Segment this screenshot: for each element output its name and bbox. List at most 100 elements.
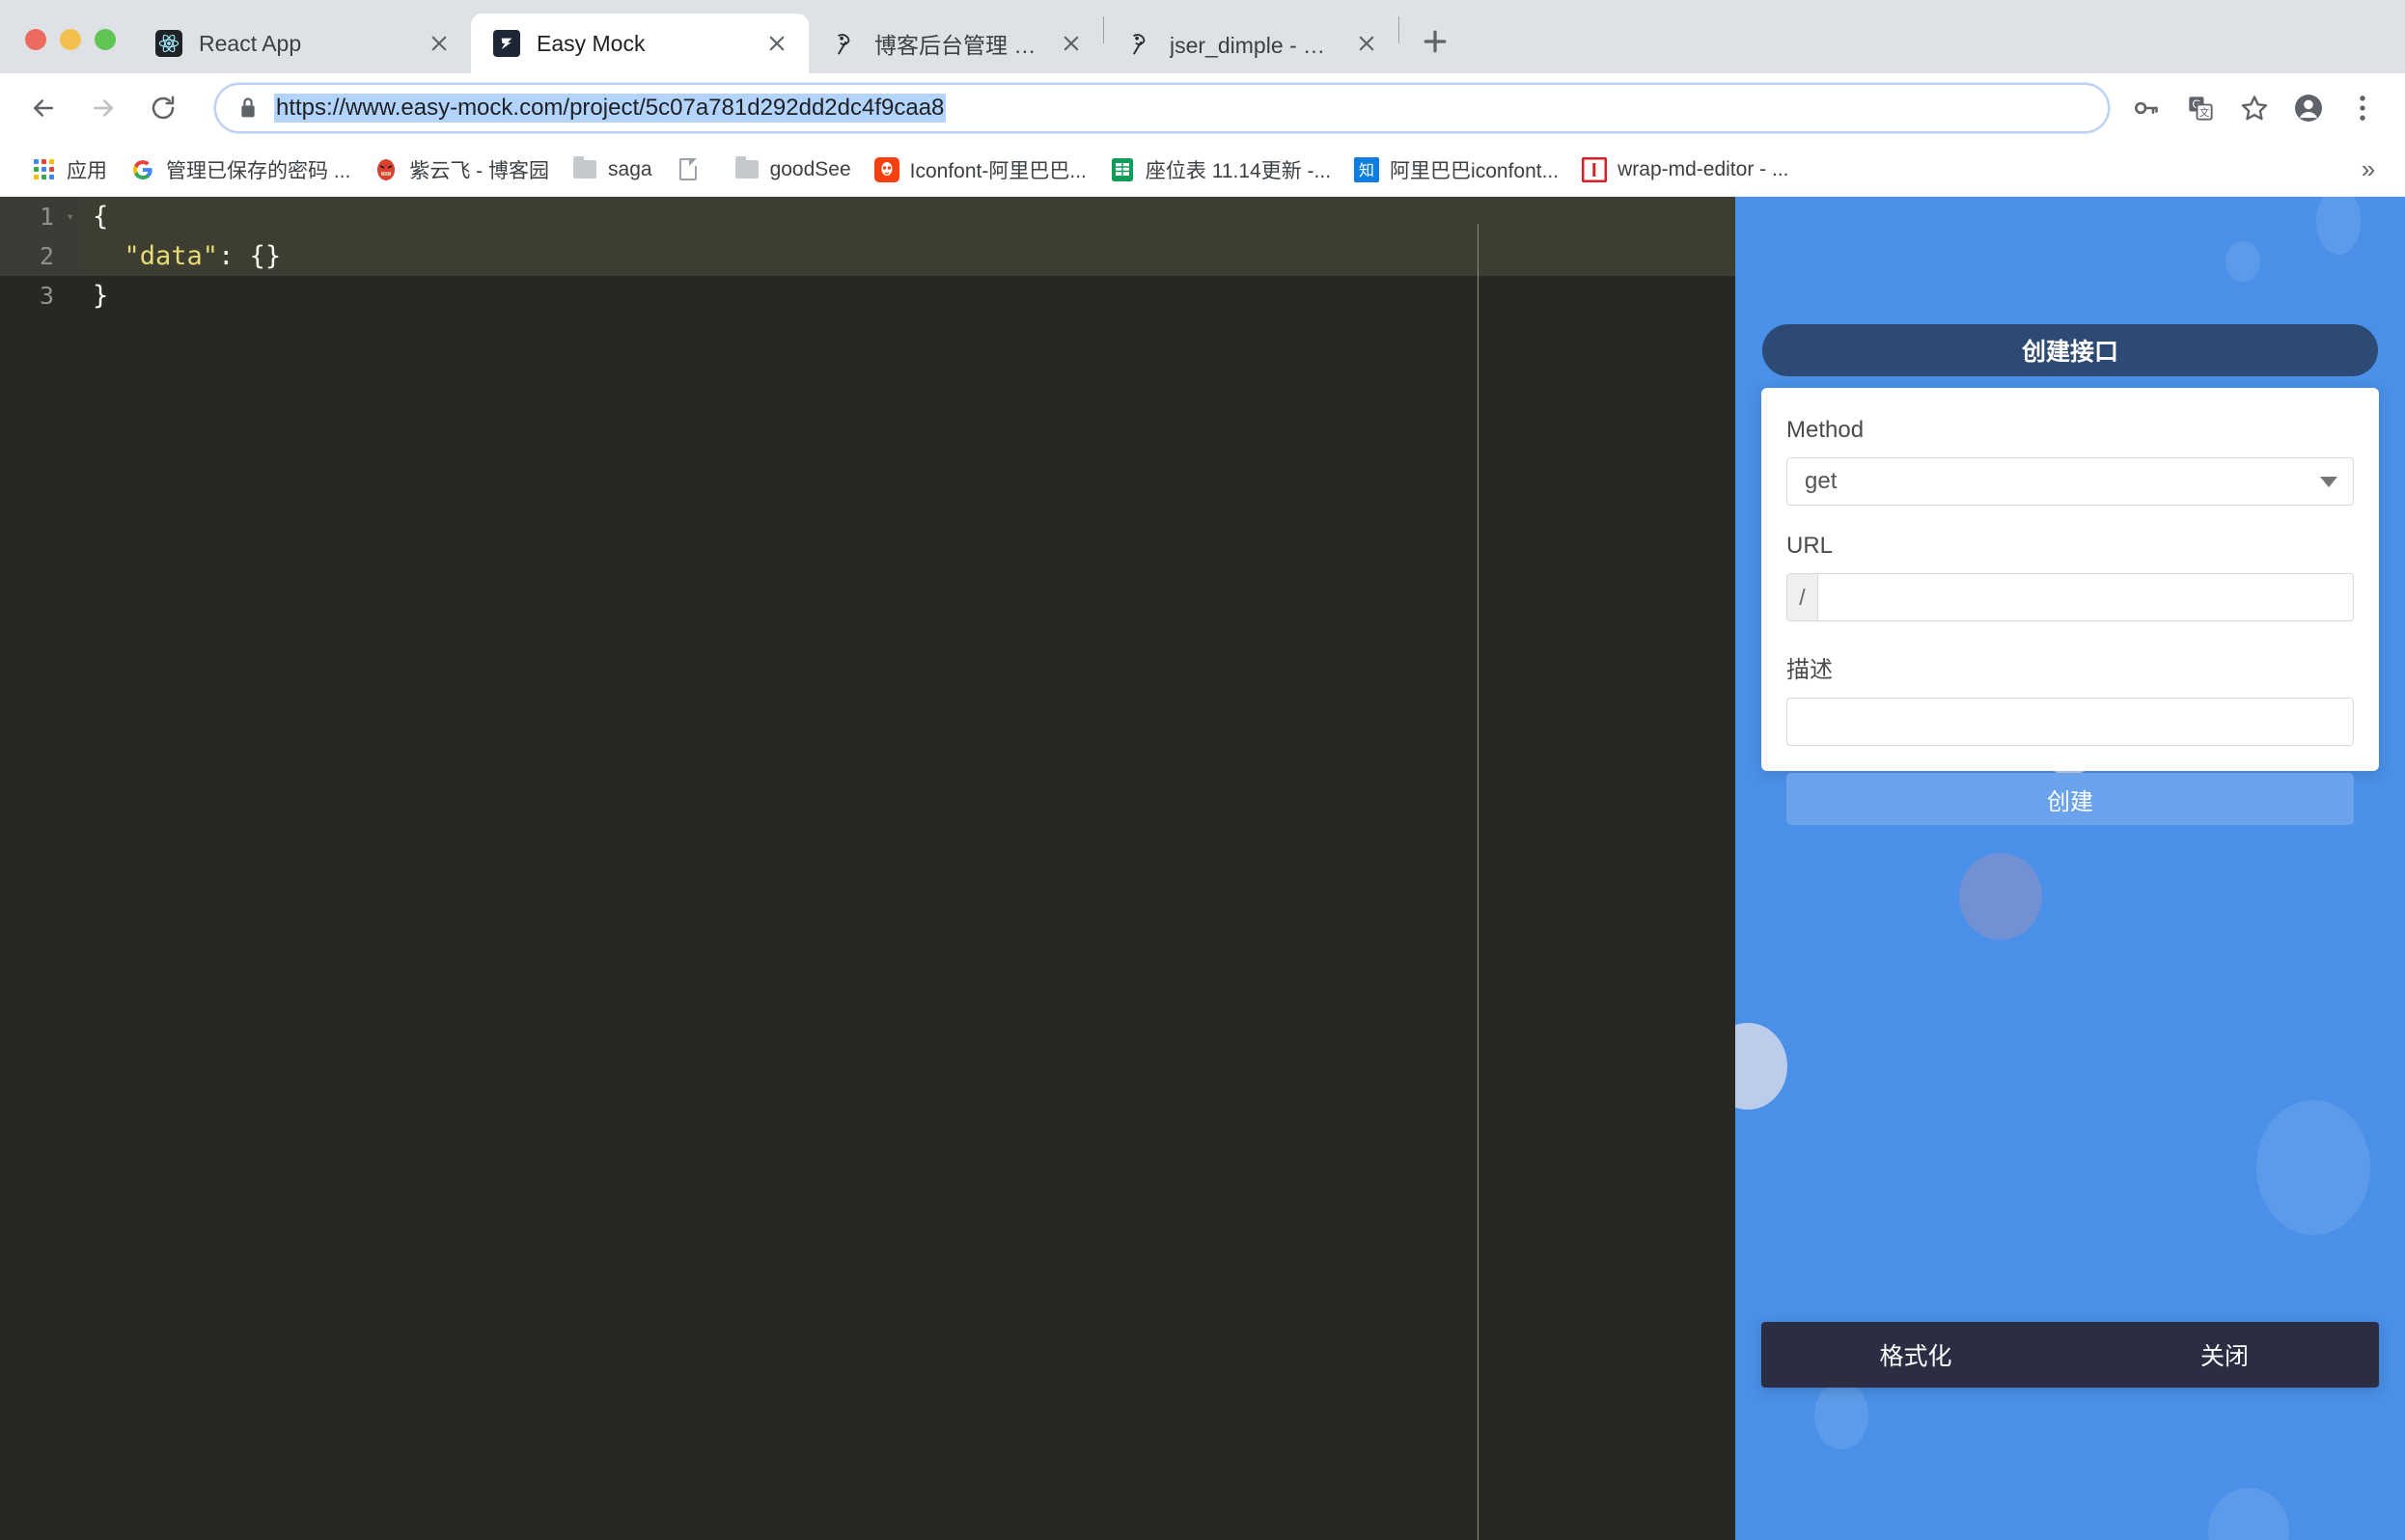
apps-grid-icon <box>31 157 56 182</box>
document-icon <box>676 157 701 182</box>
decorative-bubble <box>1735 1023 1787 1110</box>
bookmark-passwords[interactable]: 管理已保存的密码 ... <box>119 149 362 191</box>
address-bar[interactable]: https://www.easy-mock.com/project/5c07a7… <box>214 83 2110 133</box>
folder-icon <box>572 156 597 182</box>
line-content: { <box>93 202 109 232</box>
url-input[interactable]: https://www.easy-mock.com/project/5c07a7… <box>274 94 947 123</box>
line-content: } <box>93 281 109 311</box>
editor-print-margin <box>1478 224 1479 1540</box>
bookmark-wrap-md-editor[interactable]: wrap-md-editor - ... <box>1570 149 1800 191</box>
decorative-bubble <box>2256 1100 2370 1235</box>
description-input[interactable] <box>1786 698 2354 746</box>
close-icon[interactable] <box>1055 27 1088 60</box>
zhihu-icon: 知 <box>1354 156 1380 182</box>
bookmark-label: goodSee <box>769 157 851 180</box>
line-number: 1 ▾ <box>39 203 74 231</box>
code-line[interactable]: 1 ▾ { <box>0 197 1735 236</box>
close-panel-button[interactable]: 关闭 <box>2070 1337 2379 1372</box>
format-button[interactable]: 格式化 <box>1761 1337 2070 1372</box>
bookmark-zhihu-iconfont[interactable]: 知 阿里巴巴iconfont... <box>1342 149 1570 191</box>
method-label: Method <box>1786 417 1865 443</box>
method-select[interactable]: get <box>1786 457 2354 506</box>
tab-title: jser_dimple - 博客园 <box>1170 33 1337 58</box>
bookmark-saga[interactable]: saga <box>561 149 664 191</box>
line-content: "data": {} <box>124 241 282 271</box>
decorative-bubble <box>1959 853 2042 940</box>
browser-window: React App Easy Mock 博客后台管理 - jser_dimple… <box>0 0 2405 1540</box>
bookmark-goodsee[interactable]: goodSee <box>723 149 863 191</box>
bookmarks-bar: 应用 管理已保存的密码 ... 紫云飞 - 博客园 saga goodSee I… <box>0 143 2405 197</box>
tab-react-app[interactable]: React App <box>133 14 471 73</box>
window-close-button[interactable] <box>25 29 46 50</box>
google-icon <box>130 157 155 182</box>
bookmark-label: 阿里巴巴iconfont... <box>1390 159 1560 182</box>
react-icon <box>154 29 183 58</box>
iconfont-icon <box>873 156 899 182</box>
more-menu-icon[interactable] <box>2337 83 2388 133</box>
cnblogs-icon <box>1125 29 1154 58</box>
json-code-editor[interactable]: 1 ▾ { 2 "data": {} 3 } <box>0 197 1735 1540</box>
bookmark-apps[interactable]: 应用 <box>19 149 119 191</box>
cnblogs-icon <box>830 29 859 58</box>
tab-divider <box>1398 16 1399 43</box>
panel-footer-bar: 格式化 关闭 <box>1761 1322 2379 1388</box>
close-icon[interactable] <box>760 27 793 60</box>
bookmark-label: 紫云飞 - 博客园 <box>409 159 550 182</box>
bookmark-document[interactable] <box>664 149 723 191</box>
tab-title: Easy Mock <box>537 30 646 56</box>
svg-text:文: 文 <box>2199 106 2210 119</box>
panel-header-title: 创建接口 <box>1762 324 2378 376</box>
window-minimize-button[interactable] <box>60 29 81 50</box>
create-submit-button[interactable]: 创建 <box>1786 773 2354 825</box>
avatar-red-icon <box>373 157 399 182</box>
close-icon[interactable] <box>423 27 456 60</box>
star-icon[interactable] <box>2229 83 2280 133</box>
key-icon[interactable] <box>2121 83 2171 133</box>
toolbar-icons: G 文 <box>2121 83 2388 133</box>
bookmark-ziyunfei[interactable]: 紫云飞 - 博客园 <box>362 149 561 191</box>
window-traffic-lights <box>0 29 133 73</box>
page-content: 1 ▾ { 2 "data": {} 3 } 创建接口 Method get U… <box>0 197 2405 1540</box>
google-sheets-icon <box>1110 157 1135 182</box>
bookmark-seating-chart[interactable]: 座位表 11.14更新 -... <box>1098 149 1342 191</box>
bookmark-label: wrap-md-editor - ... <box>1617 157 1789 180</box>
reload-icon[interactable] <box>137 82 189 134</box>
tab-title: 博客后台管理 - 博客园 <box>874 33 1041 58</box>
editor-gutter <box>0 197 79 1540</box>
editor-lines: 1 ▾ { 2 "data": {} 3 } <box>0 197 1735 316</box>
forward-arrow-icon[interactable] <box>77 82 129 134</box>
close-icon[interactable] <box>1350 27 1383 60</box>
create-interface-panel: 创建接口 Method get URL / 描述 创建 格式化 关闭 <box>1735 197 2405 1540</box>
code-line[interactable]: 3 } <box>0 276 1735 316</box>
code-line[interactable]: 2 "data": {} <box>0 236 1735 276</box>
tab-blog-admin[interactable]: 博客后台管理 - 博客园 <box>809 14 1103 73</box>
tab-strip: React App Easy Mock 博客后台管理 - jser_dimple… <box>0 0 2405 73</box>
bookmark-iconfont[interactable]: Iconfont-阿里巴巴... <box>863 149 1098 191</box>
lock-icon <box>235 96 261 120</box>
url-prefix-addon: / <box>1787 574 1818 620</box>
folder-icon <box>734 156 760 182</box>
create-interface-form: Method get URL / 描述 创建 <box>1761 388 2379 825</box>
bookmark-label: 应用 <box>67 159 107 182</box>
browser-toolbar: https://www.easy-mock.com/project/5c07a7… <box>0 73 2405 143</box>
bookmark-label: 座位表 11.14更新 -... <box>1145 159 1332 182</box>
redpanel-icon <box>1582 156 1608 182</box>
decorative-bubble <box>2316 197 2361 255</box>
bookmarks-overflow-button[interactable]: » <box>2349 154 2388 184</box>
line-number: 2 <box>39 242 54 270</box>
fold-arrow-icon[interactable]: ▾ <box>67 210 74 224</box>
back-arrow-icon[interactable] <box>17 82 69 134</box>
tab-jser-dimple[interactable]: jser_dimple - 博客园 <box>1104 14 1398 73</box>
tab-title: React App <box>199 30 302 56</box>
method-selected-value: get <box>1805 468 1838 494</box>
bookmark-label: saga <box>608 157 652 180</box>
translate-icon[interactable]: G 文 <box>2175 83 2225 133</box>
url-input[interactable] <box>1818 574 2353 620</box>
decorative-bubble <box>1814 1382 1868 1449</box>
url-field-group: / <box>1786 573 2354 621</box>
tab-easy-mock[interactable]: Easy Mock <box>471 14 809 73</box>
new-tab-button[interactable] <box>1413 19 1457 64</box>
description-label: 描述 <box>1786 657 1833 683</box>
profile-icon[interactable] <box>2283 83 2334 133</box>
window-maximize-button[interactable] <box>95 29 116 50</box>
